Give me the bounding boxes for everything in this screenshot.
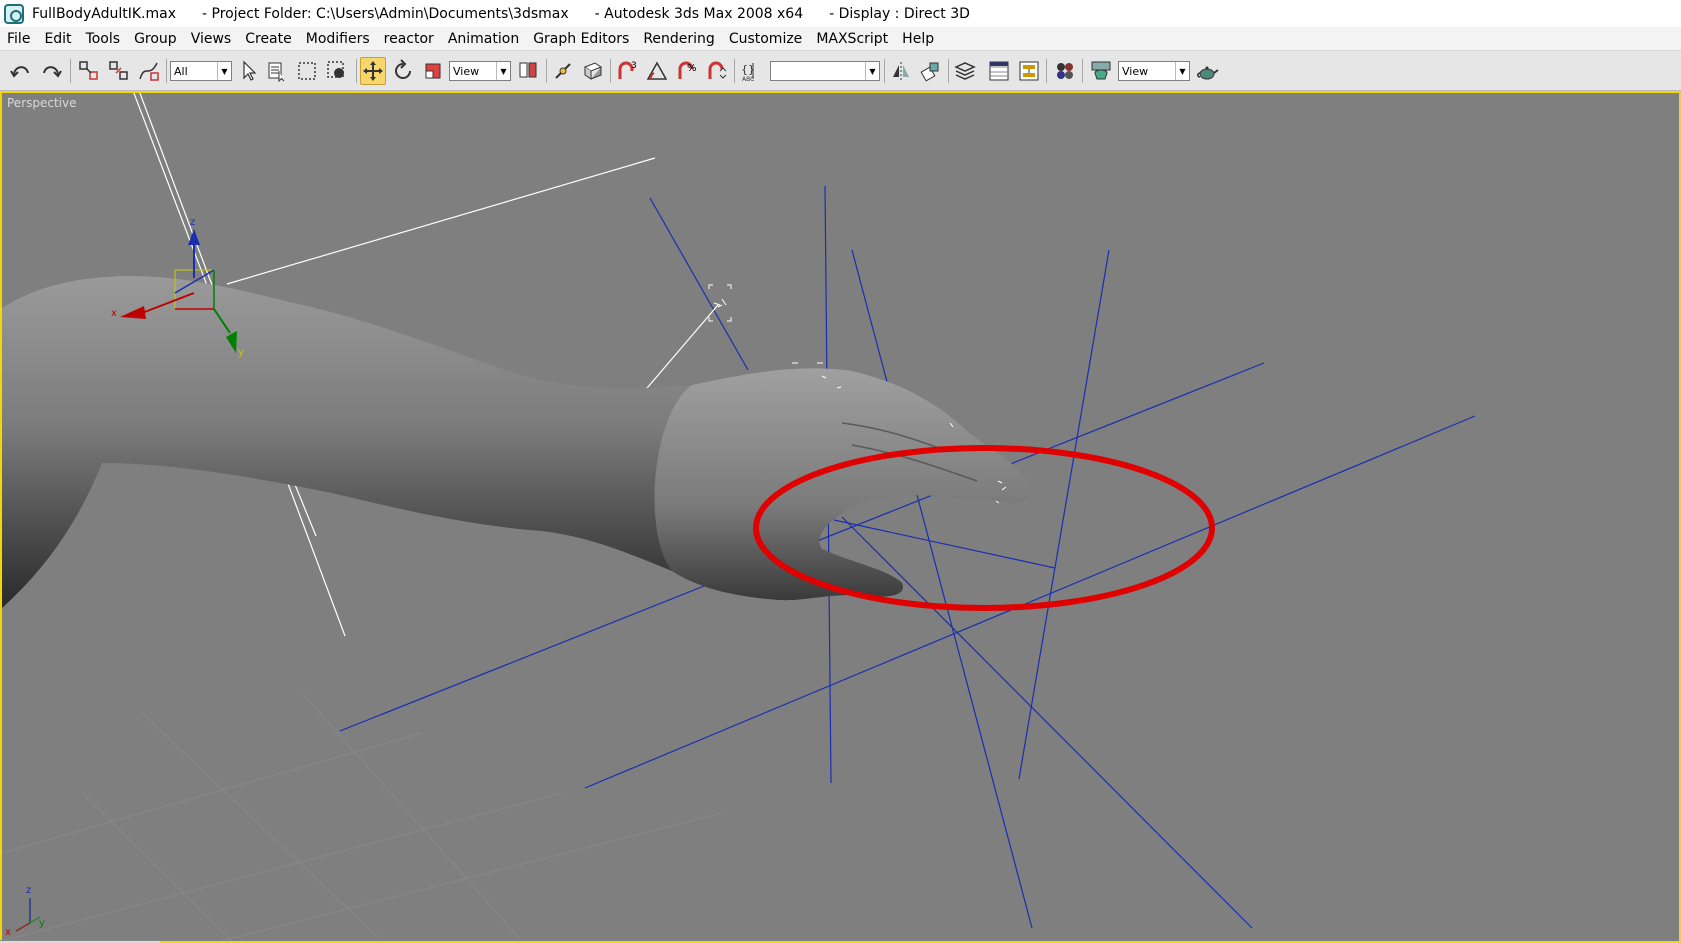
select-object-icon[interactable] bbox=[236, 57, 262, 85]
main-toolbar: All ▼ View ▼ 3 % {} ABC ▼ View ▼ bbox=[0, 51, 1681, 91]
menu-bar: File Edit Tools Group Views Create Modif… bbox=[0, 27, 1681, 51]
select-and-link-icon[interactable] bbox=[76, 57, 102, 85]
move-icon[interactable] bbox=[360, 57, 386, 85]
edit-named-selection-icon[interactable]: {} ABC bbox=[738, 57, 764, 85]
unlink-selection-icon[interactable] bbox=[106, 57, 132, 85]
scene-canvas[interactable]: z x y z y x bbox=[2, 93, 1679, 941]
undo-icon[interactable] bbox=[8, 57, 34, 85]
ground-grid bbox=[2, 692, 723, 941]
render-view-value: View bbox=[1122, 64, 1149, 78]
menu-help[interactable]: Help bbox=[895, 31, 941, 47]
reference-coordinate-value: View bbox=[453, 64, 480, 78]
use-pivot-center-icon[interactable] bbox=[515, 57, 541, 85]
title-display-driver: - Display : Direct 3D bbox=[829, 5, 970, 22]
chevron-down-icon: ▼ bbox=[865, 62, 879, 80]
menu-tools[interactable]: Tools bbox=[79, 31, 128, 47]
title-app-name: - Autodesk 3ds Max 2008 x64 bbox=[594, 5, 804, 22]
title-file-name: FullBodyAdultIK.max bbox=[32, 5, 177, 22]
bind-to-space-warp-icon[interactable] bbox=[136, 57, 162, 85]
menu-modifiers[interactable]: Modifiers bbox=[299, 31, 377, 47]
viewport-label[interactable]: Perspective bbox=[7, 96, 77, 110]
layer-manager-icon[interactable] bbox=[952, 57, 978, 85]
dummy-helper[interactable] bbox=[708, 284, 732, 322]
scale-icon[interactable] bbox=[420, 57, 446, 85]
svg-text:3: 3 bbox=[631, 61, 637, 71]
svg-text:ABC: ABC bbox=[742, 76, 754, 83]
selection-filter-dropdown[interactable]: All ▼ bbox=[170, 61, 232, 81]
menu-create[interactable]: Create bbox=[238, 31, 299, 47]
arm-hand-mesh[interactable] bbox=[2, 275, 1032, 608]
menu-edit[interactable]: Edit bbox=[37, 31, 78, 47]
world-axis-tripod: z y x bbox=[5, 885, 45, 938]
hand-shape bbox=[654, 368, 1032, 601]
percent-snap-toggle-icon[interactable]: % bbox=[674, 57, 700, 85]
material-editor-icon[interactable] bbox=[1052, 57, 1078, 85]
gizmo-z-arrow-icon[interactable] bbox=[188, 229, 200, 245]
menu-file[interactable]: File bbox=[0, 31, 37, 47]
chevron-down-icon: ▼ bbox=[217, 62, 231, 80]
gizmo-x-label: x bbox=[111, 308, 117, 319]
rotate-icon[interactable] bbox=[390, 57, 416, 85]
tripod-z-label: z bbox=[26, 885, 31, 896]
spinner-snap-toggle-icon[interactable] bbox=[704, 57, 730, 85]
reference-coordinate-dropdown[interactable]: View ▼ bbox=[449, 61, 511, 81]
3dsmax-app-icon[interactable] bbox=[4, 3, 24, 24]
title-bar: FullBodyAdultIK.max - Project Folder: C:… bbox=[0, 0, 1681, 27]
title-project-folder: - Project Folder: C:\Users\Admin\Documen… bbox=[202, 5, 569, 22]
gizmo-z-label: z bbox=[190, 217, 195, 228]
render-view-dropdown[interactable]: View ▼ bbox=[1118, 61, 1190, 81]
rectangular-selection-region-icon[interactable] bbox=[294, 57, 320, 85]
curve-editor-icon[interactable] bbox=[986, 57, 1012, 85]
snaps-toggle-icon[interactable]: 3 bbox=[614, 57, 640, 85]
menu-views[interactable]: Views bbox=[184, 31, 239, 47]
perspective-viewport[interactable]: z x y z y x Perspective bbox=[0, 91, 1681, 943]
menu-customize[interactable]: Customize bbox=[722, 31, 810, 47]
keyboard-shortcut-override-icon[interactable] bbox=[580, 57, 606, 85]
select-and-manipulate-icon[interactable] bbox=[550, 57, 576, 85]
svg-text:%: % bbox=[687, 63, 697, 74]
tripod-x-label: x bbox=[5, 927, 11, 938]
redo-icon[interactable] bbox=[38, 57, 64, 85]
window-crossing-icon[interactable] bbox=[324, 57, 350, 85]
select-by-name-icon[interactable] bbox=[264, 57, 290, 85]
menu-group[interactable]: Group bbox=[127, 31, 184, 47]
chevron-down-icon: ▼ bbox=[496, 62, 510, 80]
menu-reactor[interactable]: reactor bbox=[377, 31, 441, 47]
chevron-down-icon: ▼ bbox=[1175, 62, 1189, 80]
selection-filter-value: All bbox=[174, 64, 188, 78]
menu-graph-editors[interactable]: Graph Editors bbox=[526, 31, 636, 47]
ik-helper-lines bbox=[339, 185, 1476, 929]
angle-snap-toggle-icon[interactable] bbox=[644, 57, 670, 85]
quick-render-teapot-icon[interactable] bbox=[1194, 57, 1220, 85]
menu-animation[interactable]: Animation bbox=[441, 31, 526, 47]
menu-maxscript[interactable]: MAXScript bbox=[809, 31, 895, 47]
gizmo-y-label: y bbox=[238, 347, 244, 358]
schematic-view-icon[interactable] bbox=[1016, 57, 1042, 85]
named-selection-sets-dropdown[interactable]: ▼ bbox=[770, 61, 880, 81]
tripod-y-label: y bbox=[39, 918, 45, 929]
align-icon[interactable] bbox=[918, 57, 944, 85]
mirror-icon[interactable] bbox=[888, 57, 914, 85]
menu-rendering[interactable]: Rendering bbox=[636, 31, 722, 47]
render-setup-icon[interactable] bbox=[1088, 57, 1114, 85]
